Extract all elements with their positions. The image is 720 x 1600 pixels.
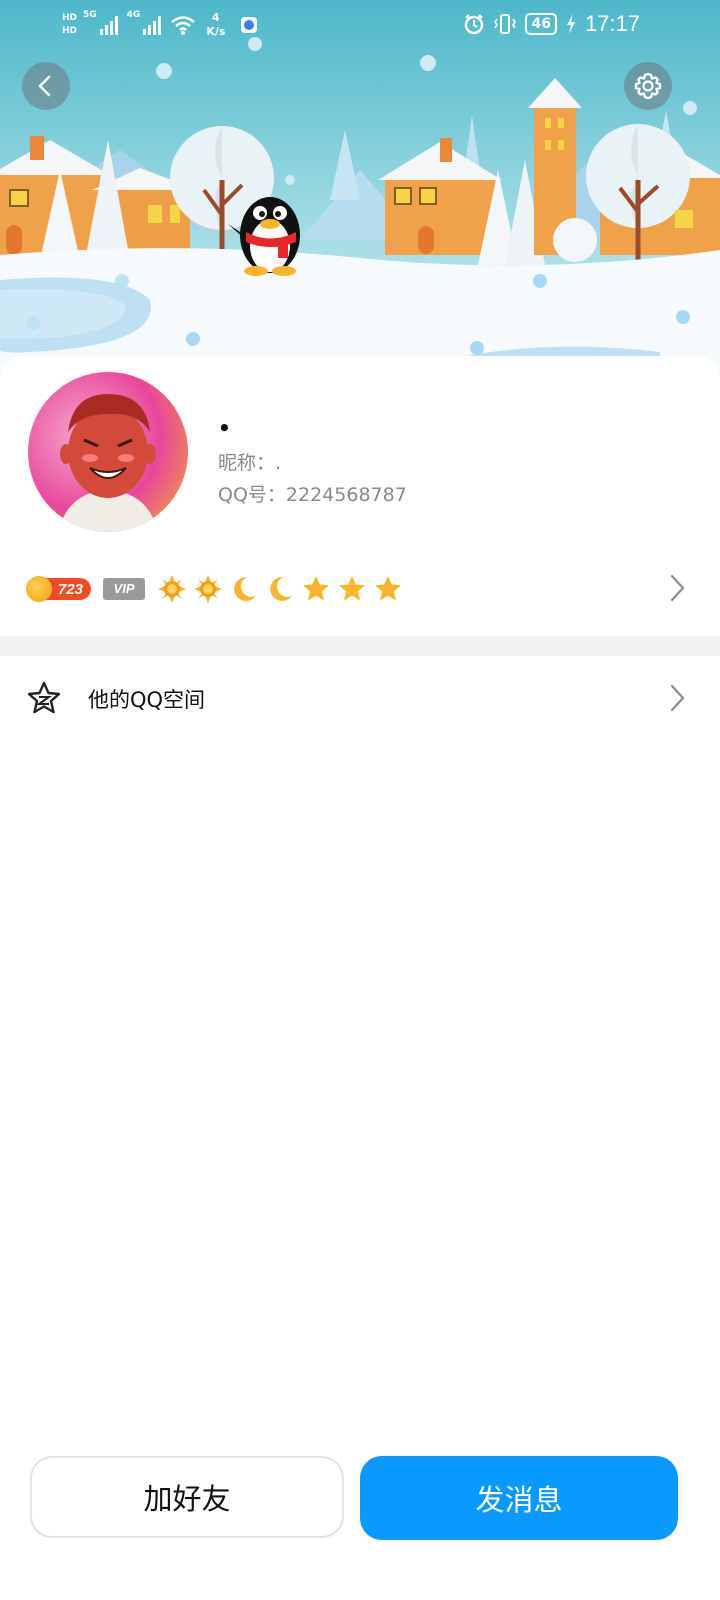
qzone-list-item[interactable]: 他的QQ空间 (0, 656, 720, 742)
coin-badge: 723 (26, 576, 92, 602)
status-bar-left: HD HD 5G 4G 4 K/s (62, 6, 258, 44)
network-type-label: 5G (83, 10, 97, 20)
star-level-icon (339, 576, 366, 601)
gear-icon (634, 72, 662, 100)
chevron-left-icon (38, 75, 51, 97)
hd-voice-indicators: HD HD (62, 13, 77, 37)
alarm-clock-icon (465, 14, 484, 35)
star-level-icon (375, 576, 402, 601)
charging-bolt-icon (566, 14, 575, 34)
sun-level-icon (158, 575, 187, 603)
coin-count: 723 (58, 580, 84, 598)
wifi-icon (171, 16, 196, 35)
avatar-image (28, 372, 188, 532)
status-bar: HD HD 5G 4G 4 K/s 46 17:17 (0, 0, 720, 48)
status-bar-clock: 17:17 (584, 11, 640, 36)
hd-indicator: HD (62, 13, 78, 23)
qq-number-text: QQ号：2224568787 (218, 484, 407, 506)
qzone-label: 他的QQ空间 (88, 688, 206, 712)
winter-scene-illustration (0, 0, 720, 400)
qq-level-icons (157, 574, 403, 604)
notification-app-icon (241, 17, 258, 33)
add-friend-button[interactable]: 加好友 (30, 1456, 344, 1538)
moon-level-icon (234, 576, 257, 601)
network-speed-unit: K/s (206, 25, 226, 38)
avatar[interactable] (28, 372, 188, 532)
moon-level-icon (270, 576, 293, 601)
section-divider (0, 636, 720, 656)
signal-strength-icon (143, 16, 162, 35)
status-bar-right: 46 17:17 (463, 8, 640, 40)
star-level-icon (303, 576, 330, 601)
chevron-right-icon (670, 684, 685, 712)
signal-strength-icon (99, 16, 118, 35)
settings-button[interactable] (624, 62, 672, 110)
profile-cover-banner (0, 0, 720, 400)
vip-badge: VIP (103, 578, 146, 600)
vibrate-icon (494, 14, 517, 34)
sun-level-icon (194, 575, 223, 603)
network-type-label: 4G (126, 10, 141, 20)
display-name: • (218, 416, 231, 440)
network-speed-value: 4 (212, 11, 220, 24)
nickname-text: 昵称：. (218, 452, 282, 474)
level-badges-row: 723 VIP (26, 572, 403, 606)
chevron-right-icon (670, 574, 685, 602)
coin-icon (26, 576, 52, 602)
profile-card[interactable]: • 昵称：. QQ号：2224568787 723 VIP (0, 356, 720, 636)
send-message-button[interactable]: 发消息 (360, 1456, 678, 1540)
hd-indicator: HD (62, 26, 78, 36)
qzone-star-icon (27, 681, 61, 714)
battery-level: 46 (525, 13, 557, 35)
network-speed: 4 K/s (206, 11, 225, 39)
profile-page: HD HD 5G 4G 4 K/s 46 17:17 • 昵称：. QQ号：22… (0, 0, 720, 1600)
back-button[interactable] (22, 62, 70, 110)
